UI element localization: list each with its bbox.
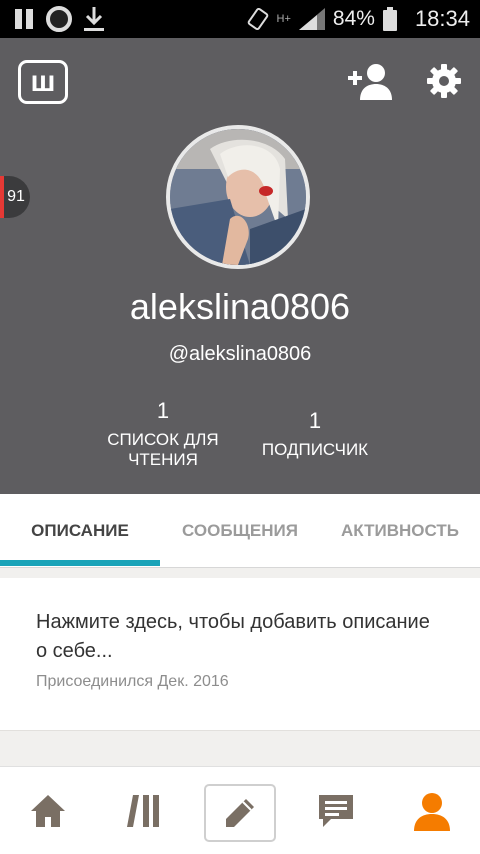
add-friend-icon[interactable]	[346, 62, 392, 100]
about-card[interactable]: Нажмите здесь, чтобы добавить описание о…	[0, 578, 480, 730]
notification-badge[interactable]: 91	[0, 176, 30, 218]
download-icon	[84, 7, 104, 31]
library-icon	[127, 795, 159, 827]
notification-count: 91	[7, 188, 25, 205]
status-bar: H+ 84% 18:34	[0, 0, 480, 38]
signal-icon	[298, 8, 325, 30]
battery-icon	[382, 7, 397, 31]
settings-gear-icon[interactable]	[427, 64, 461, 98]
joined-date: Присоединился Дек. 2016	[36, 673, 229, 690]
pencil-icon	[226, 799, 254, 827]
nav-write[interactable]	[204, 784, 276, 842]
messages-icon	[319, 795, 353, 827]
reading-lists-label: СПИСОК ДЛЯ ЧТЕНИЯ	[107, 430, 219, 469]
nav-profile[interactable]	[402, 781, 462, 841]
profile-header: ш 91 alekslina0806 @alekslina0806 1 СПИС…	[0, 38, 480, 494]
pause-icon	[12, 7, 36, 31]
nav-messages[interactable]	[306, 781, 366, 841]
status-bar-right: H+ 84% 18:34	[247, 4, 470, 34]
username: alekslina0806	[129, 286, 351, 327]
profile-icon	[414, 793, 450, 831]
section-divider	[0, 568, 480, 578]
clock: 18:34	[414, 6, 470, 31]
tab-about[interactable]: ОПИСАНИЕ	[0, 494, 160, 568]
home-icon	[31, 795, 65, 827]
section-divider-bottom	[0, 730, 480, 766]
nav-home[interactable]	[18, 781, 78, 841]
network-type: H+	[276, 13, 291, 25]
wattpad-logo[interactable]: ш	[18, 60, 68, 104]
avatar[interactable]	[166, 125, 310, 269]
followers-count: 1	[308, 408, 322, 433]
add-description-prompt[interactable]: Нажмите здесь, чтобы добавить описание о…	[36, 608, 436, 666]
nav-library[interactable]	[114, 781, 174, 841]
followers-label: ПОДПИСЧИК	[261, 440, 369, 459]
active-tab-indicator	[0, 560, 160, 566]
user-handle: @alekslina0806	[168, 343, 312, 365]
record-icon	[46, 6, 72, 32]
battery-percent: 84%	[332, 7, 375, 30]
avatar-image	[170, 129, 306, 265]
profile-tabs: ОПИСАНИЕ СООБЩЕНИЯ АКТИВНОСТЬ	[0, 494, 480, 568]
reading-lists-stat[interactable]: 1 СПИСОК ДЛЯ ЧТЕНИЯ	[88, 398, 238, 470]
tab-messages[interactable]: СООБЩЕНИЯ	[160, 494, 320, 568]
reading-lists-count: 1	[156, 398, 170, 423]
rotate-icon	[247, 7, 268, 31]
tab-activity[interactable]: АКТИВНОСТЬ	[320, 494, 480, 568]
followers-stat[interactable]: 1 ПОДПИСЧИК	[240, 408, 390, 460]
logo-letter: ш	[30, 65, 56, 98]
status-bar-left	[12, 4, 106, 34]
bottom-navigation	[0, 766, 480, 854]
